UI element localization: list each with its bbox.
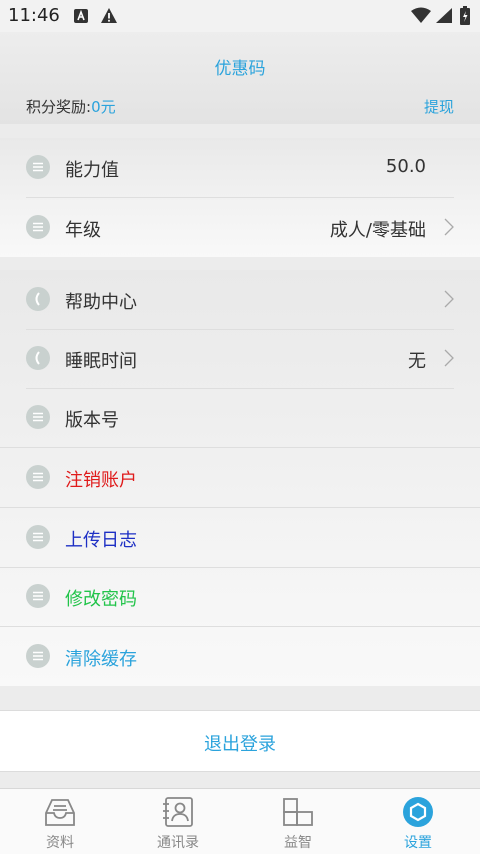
upload-log-label: 上传日志	[65, 530, 137, 551]
inbox-icon	[45, 799, 75, 826]
battery-icon	[460, 6, 470, 25]
tab-puzzle[interactable]: 益智	[238, 789, 358, 854]
help-center-label: 帮助中心	[65, 292, 137, 313]
ability-row: 能力值 50.0	[0, 138, 480, 197]
moon-icon	[26, 346, 50, 370]
keyboard-a-icon	[74, 9, 88, 23]
ability-value: 50.0	[385, 156, 426, 177]
reward-value: 0元	[91, 98, 116, 116]
chevron-right-icon	[444, 349, 454, 367]
menu-icon	[26, 405, 50, 429]
grid-icon	[283, 798, 313, 826]
grade-value: 成人/零基础	[329, 220, 426, 241]
delete-account-label: 注销账户	[65, 470, 137, 491]
tab-profile[interactable]: 资料	[0, 789, 120, 854]
change-password-label: 修改密码	[65, 589, 137, 610]
settings-group-ability: 能力值 50.0 年级 成人/零基础	[0, 138, 480, 257]
grade-row[interactable]: 年级 成人/零基础	[0, 198, 480, 257]
change-password-row[interactable]: 修改密码	[0, 567, 480, 626]
tab-contacts-label: 通讯录	[157, 835, 199, 851]
chevron-right-icon	[444, 290, 454, 308]
reward-label: 积分奖励:	[26, 98, 92, 116]
signal-icon	[436, 8, 452, 23]
bottom-tab-bar: 资料 通讯录 益智 设置	[0, 788, 480, 854]
sleep-time-label: 睡眠时间	[65, 351, 137, 372]
menu-icon	[26, 465, 50, 489]
wifi-icon	[411, 7, 431, 23]
menu-icon	[26, 584, 50, 608]
contacts-icon	[163, 797, 193, 827]
ability-label: 能力值	[65, 160, 119, 181]
tab-profile-label: 资料	[46, 835, 74, 851]
settings-icon	[403, 797, 433, 827]
logout-button[interactable]: 退出登录	[0, 710, 480, 772]
menu-icon	[26, 525, 50, 549]
delete-account-row[interactable]: 注销账户	[0, 448, 480, 507]
sleep-time-row[interactable]: 睡眠时间 无	[0, 329, 480, 388]
moon-icon	[26, 287, 50, 311]
tab-contacts[interactable]: 通讯录	[118, 789, 238, 854]
menu-icon	[26, 644, 50, 668]
tab-settings-label: 设置	[404, 835, 432, 851]
header: 优惠码 积分奖励:0元 提现	[0, 32, 480, 124]
version-row: 版本号	[0, 388, 480, 447]
menu-icon	[26, 215, 50, 239]
upload-log-row[interactable]: 上传日志	[0, 508, 480, 567]
warning-icon	[101, 8, 117, 23]
chevron-right-icon	[444, 218, 454, 236]
status-bar: 11:46	[0, 0, 480, 32]
help-center-row[interactable]: 帮助中心	[0, 270, 480, 329]
menu-icon	[26, 155, 50, 179]
settings-group-main: 帮助中心 睡眠时间 无 版本号 注销账户 上传日志 修改密码 清除缓存	[0, 270, 480, 686]
tab-settings[interactable]: 设置	[358, 789, 478, 854]
coupon-button[interactable]: 优惠码	[0, 54, 480, 79]
sleep-time-value: 无	[408, 351, 426, 372]
version-label: 版本号	[65, 410, 119, 431]
logout-label: 退出登录	[204, 734, 276, 755]
clear-cache-label: 清除缓存	[65, 649, 137, 670]
grade-label: 年级	[65, 220, 101, 241]
tab-puzzle-label: 益智	[284, 835, 312, 851]
status-time: 11:46	[8, 5, 60, 26]
reward-points: 积分奖励:0元	[26, 96, 116, 117]
clear-cache-row[interactable]: 清除缓存	[0, 627, 480, 686]
withdraw-button[interactable]: 提现	[424, 96, 454, 117]
